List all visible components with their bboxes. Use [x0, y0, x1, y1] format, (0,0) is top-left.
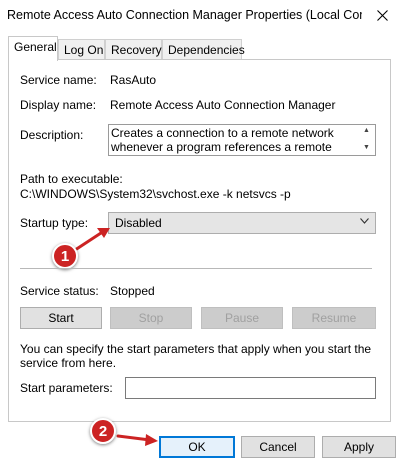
startup-type-select[interactable]: Disabled — [108, 212, 376, 234]
description-label: Description: — [20, 128, 84, 142]
startup-type-label: Startup type: — [20, 216, 89, 230]
start-params-label: Start parameters: — [20, 381, 113, 395]
annotation-badge-2: 2 — [90, 418, 116, 444]
title-bar: Remote Access Auto Connection Manager Pr… — [0, 0, 401, 31]
chevron-down-icon — [360, 216, 369, 226]
description-text: Creates a connection to a remote network… — [111, 126, 334, 155]
display-name-label: Display name: — [20, 98, 97, 112]
apply-button[interactable]: Apply — [322, 436, 396, 458]
close-icon — [376, 10, 388, 21]
tab-dependencies[interactable]: Dependencies — [162, 39, 245, 60]
separator — [20, 268, 372, 269]
annotation-badge-1: 1 — [52, 243, 78, 269]
service-name-value: RasAuto — [110, 73, 157, 87]
resume-button[interactable]: Resume — [292, 307, 376, 329]
window-title: Remote Access Auto Connection Manager Pr… — [7, 8, 362, 22]
description-box[interactable]: Creates a connection to a remote network… — [108, 124, 376, 156]
start-button[interactable]: Start — [20, 307, 102, 329]
close-button[interactable] — [363, 0, 401, 31]
ok-button[interactable]: OK — [159, 436, 235, 458]
path-value: C:\WINDOWS\System32\svchost.exe -k netsv… — [20, 187, 291, 201]
description-scrollbar[interactable]: ▲ ▼ — [359, 125, 375, 155]
start-params-input[interactable] — [125, 377, 376, 399]
scroll-down-icon[interactable]: ▼ — [363, 144, 370, 151]
stop-button[interactable]: Stop — [110, 307, 192, 329]
service-name-label: Service name: — [20, 73, 97, 87]
cancel-button[interactable]: Cancel — [241, 436, 315, 458]
start-params-info: You can specify the start parameters tha… — [20, 342, 372, 370]
tab-general[interactable]: General — [8, 36, 58, 61]
scroll-up-icon[interactable]: ▲ — [363, 127, 370, 134]
startup-type-value: Disabled — [115, 216, 162, 230]
pause-button[interactable]: Pause — [201, 307, 283, 329]
tab-recovery[interactable]: Recovery — [105, 39, 162, 60]
service-status-label: Service status: — [20, 284, 99, 298]
tab-log-on[interactable]: Log On — [58, 39, 105, 60]
display-name-value: Remote Access Auto Connection Manager — [110, 98, 336, 112]
service-status-value: Stopped — [110, 284, 155, 298]
path-label: Path to executable: — [20, 172, 123, 186]
